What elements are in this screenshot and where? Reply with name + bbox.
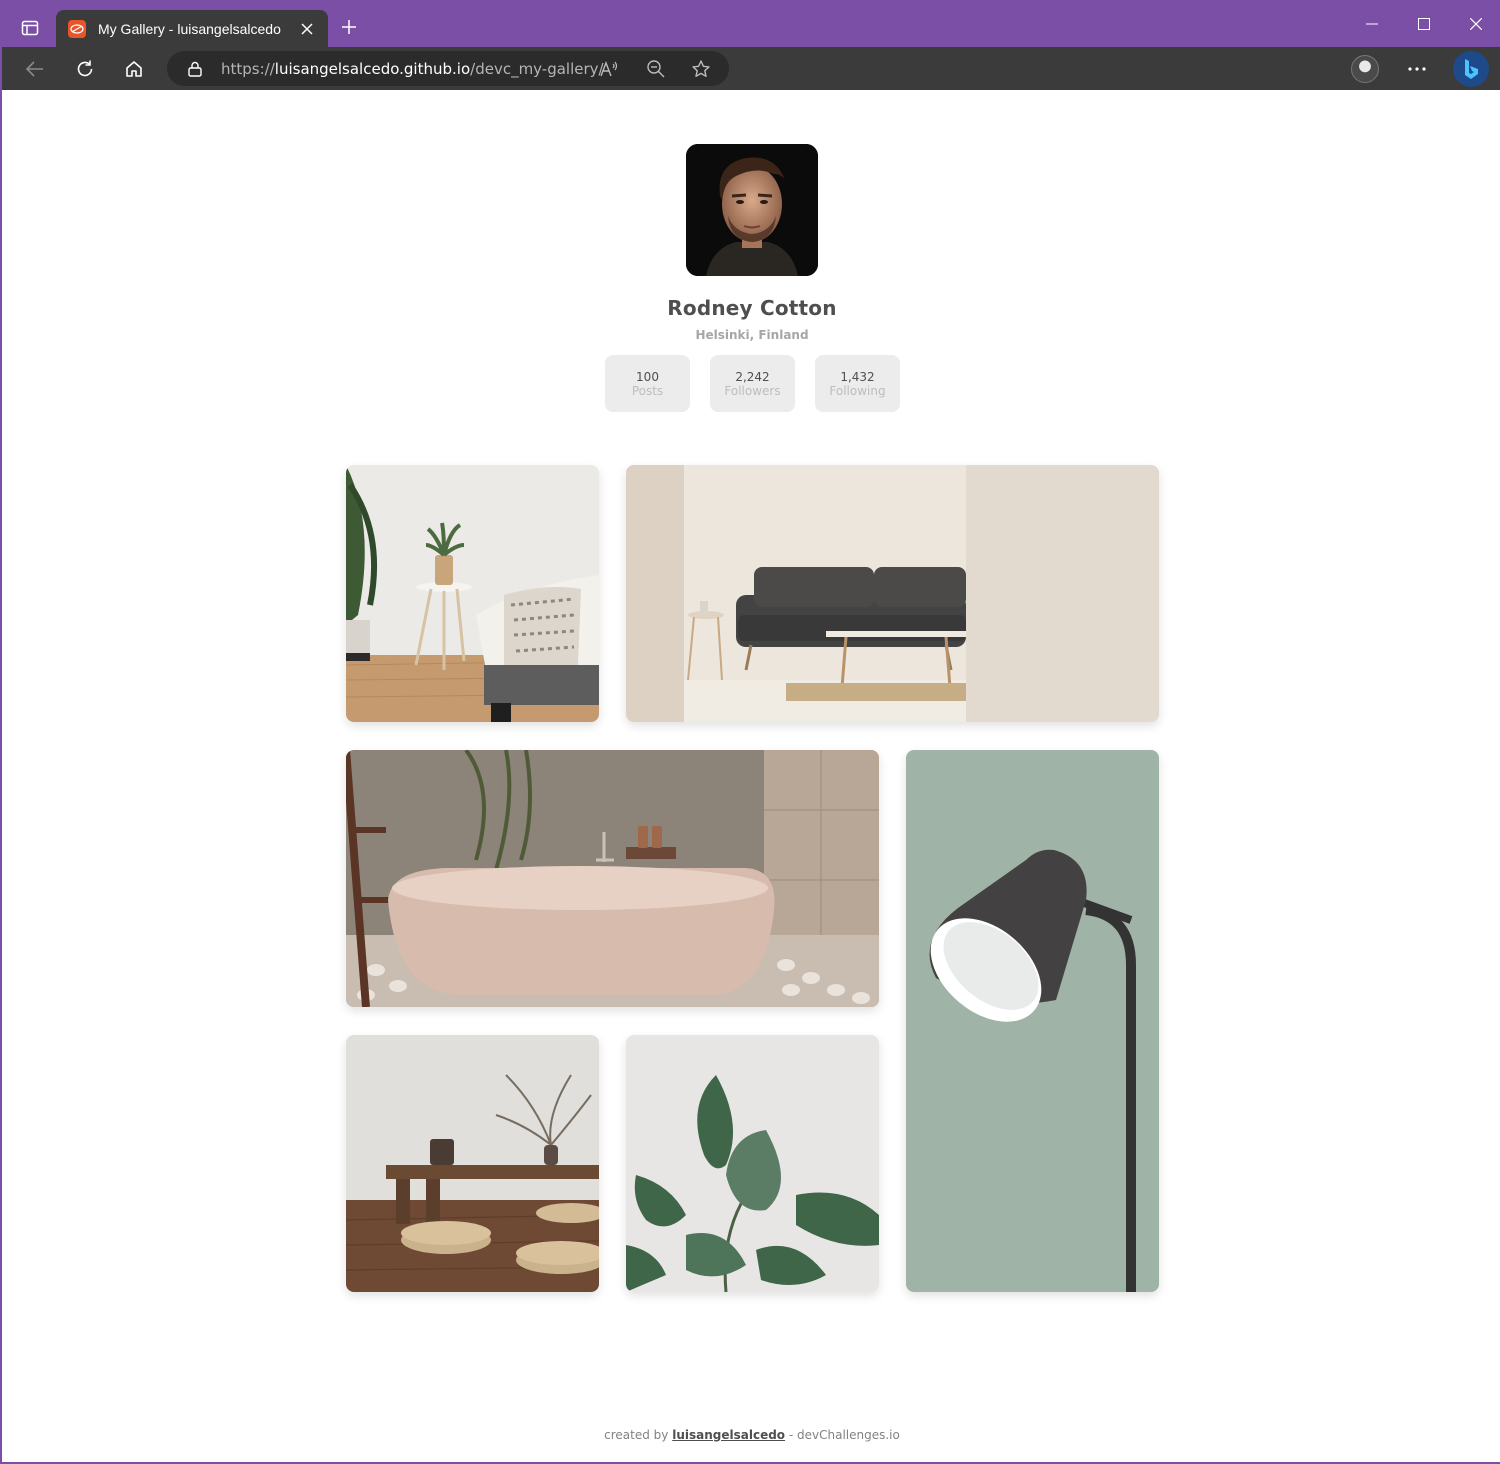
stat-label: Followers	[724, 383, 781, 398]
gallery-photo-low-table[interactable]	[346, 1035, 599, 1292]
gallery-photo-lamp[interactable]	[906, 750, 1159, 1292]
zoom-out-button[interactable]	[643, 56, 669, 82]
minimize-icon	[1366, 23, 1378, 24]
profile-location: Helsinki, Finland	[695, 328, 809, 342]
stat-following: 1,432 Following	[815, 355, 900, 412]
footer-author-link[interactable]: luisangelsalcedo	[672, 1428, 785, 1442]
new-tab-button[interactable]	[336, 14, 362, 40]
maximize-button[interactable]	[1398, 0, 1450, 47]
more-dots-icon	[1408, 67, 1426, 71]
gallery-photo-plant[interactable]	[626, 1035, 879, 1292]
bing-copilot-button[interactable]	[1453, 51, 1489, 87]
title-bar: My Gallery - luisangelsalcedo	[2, 0, 1500, 47]
stat-label: Posts	[631, 383, 664, 398]
profile-stats: 100 Posts 2,242 Followers 1,432 Followin…	[605, 355, 900, 412]
close-icon	[301, 22, 313, 35]
lock-icon[interactable]	[185, 59, 205, 79]
maximize-icon	[1418, 17, 1430, 30]
browser-window: My Gallery - luisangelsalcedo https://lu…	[0, 0, 1500, 1464]
favorite-button[interactable]	[688, 56, 714, 82]
page-content: Rodney Cotton Helsinki, Finland 100 Post…	[4, 90, 1500, 1462]
refresh-button[interactable]	[69, 53, 101, 85]
refresh-icon	[77, 60, 93, 77]
stat-value: 100	[636, 369, 659, 384]
profile-name: Rodney Cotton	[667, 296, 837, 320]
bing-icon	[1465, 59, 1478, 79]
stat-value: 1,432	[840, 369, 875, 384]
close-icon	[1470, 17, 1482, 30]
profile-avatar	[686, 144, 818, 276]
minimize-button[interactable]	[1346, 0, 1398, 47]
browser-tab-active[interactable]: My Gallery - luisangelsalcedo	[56, 10, 328, 47]
gallery-photo-bedroom[interactable]	[346, 465, 599, 722]
footer-suffix: - devChallenges.io	[788, 1428, 900, 1442]
browser-toolbar: https://luisangelsalcedo.github.io/devc_…	[2, 47, 1500, 90]
home-icon	[126, 61, 142, 77]
window-controls	[1346, 0, 1500, 47]
read-aloud-icon	[600, 61, 618, 77]
tab-close-button[interactable]	[296, 18, 318, 40]
favicon-icon	[68, 19, 86, 38]
url-text[interactable]: https://luisangelsalcedo.github.io/devc_…	[221, 60, 604, 78]
plus-icon	[342, 20, 356, 34]
read-aloud-button[interactable]	[597, 56, 623, 82]
home-button[interactable]	[118, 53, 150, 85]
back-arrow-icon	[25, 61, 43, 77]
footer-prefix: created by	[604, 1428, 669, 1442]
star-icon	[692, 60, 710, 77]
tab-actions-icon	[21, 20, 39, 36]
url-scheme: https://	[221, 60, 275, 78]
url-domain: luisangelsalcedo.github.io	[274, 60, 471, 78]
gallery-photo-bathtub[interactable]	[346, 750, 879, 1007]
zoom-out-icon	[647, 60, 665, 78]
stat-posts: 100 Posts	[605, 355, 690, 412]
footer: created by luisangelsalcedo - devChallen…	[4, 1428, 1500, 1442]
tab-actions-button[interactable]	[14, 12, 46, 44]
stat-followers: 2,242 Followers	[710, 355, 795, 412]
more-menu-button[interactable]	[1403, 55, 1431, 83]
address-bar[interactable]: https://luisangelsalcedo.github.io/devc_…	[167, 51, 729, 86]
gallery-photo-living-room[interactable]	[626, 465, 1159, 722]
close-window-button[interactable]	[1450, 0, 1500, 47]
stat-value: 2,242	[735, 369, 770, 384]
back-button[interactable]	[19, 53, 51, 85]
url-path: /devc_my-gallery/	[470, 60, 604, 78]
profile-avatar-button[interactable]	[1351, 55, 1379, 83]
stat-label: Following	[829, 383, 886, 398]
tab-title: My Gallery - luisangelsalcedo	[98, 20, 281, 37]
